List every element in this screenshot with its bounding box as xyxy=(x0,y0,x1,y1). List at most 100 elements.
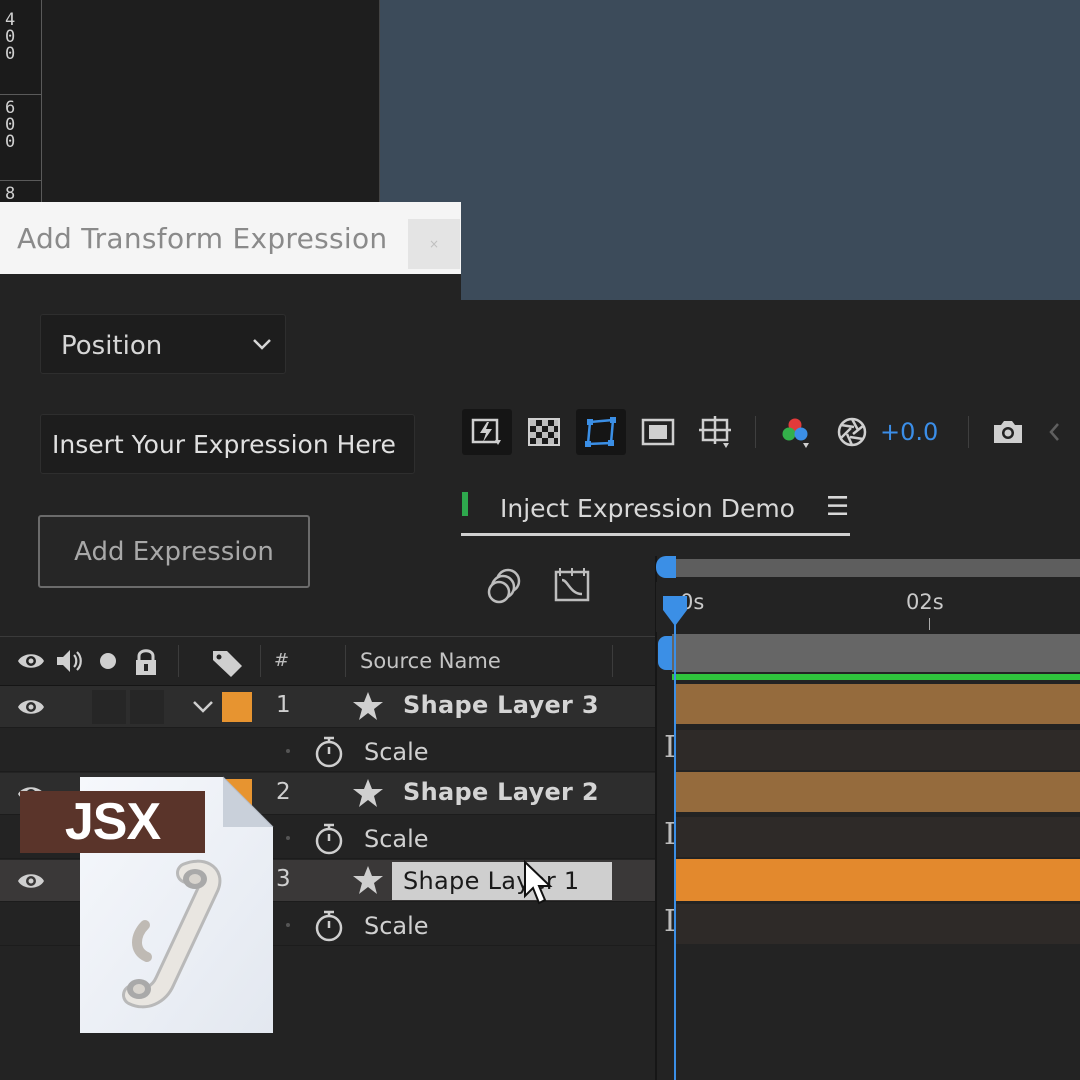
timeline-switches xyxy=(484,566,620,606)
time-navigator-bar[interactable] xyxy=(674,559,1080,577)
stopwatch-icon[interactable] xyxy=(313,909,345,943)
property-track xyxy=(676,904,1080,944)
layer-label-color[interactable] xyxy=(222,692,252,722)
ruler-tick xyxy=(0,180,42,181)
transparency-grid-icon xyxy=(528,418,560,446)
property-dropdown[interactable]: Position xyxy=(40,314,286,374)
property-track xyxy=(676,817,1080,857)
mask-path-visibility-button[interactable] xyxy=(576,409,626,455)
layer-duration-bar-selected[interactable] xyxy=(676,859,1080,901)
tab-inject-expression-demo[interactable]: Inject Expression Demo ☰ xyxy=(460,484,850,536)
time-navigator[interactable] xyxy=(656,556,1080,580)
chevron-down-icon xyxy=(253,339,271,350)
channel-button[interactable] xyxy=(770,409,820,455)
property-name: Scale xyxy=(364,912,429,940)
solo-icon[interactable] xyxy=(96,647,120,675)
layer-duration-bar[interactable] xyxy=(676,772,1080,812)
channel-icon xyxy=(782,418,809,448)
active-tab-underline xyxy=(460,533,850,536)
shape-star-icon xyxy=(353,692,383,720)
toolbar-separator xyxy=(968,416,970,448)
header-separator xyxy=(345,645,346,677)
ruler-mark: 8 xyxy=(5,184,16,204)
layer-number: 1 xyxy=(276,692,291,718)
property-name: Scale xyxy=(364,738,429,766)
eye-icon[interactable] xyxy=(16,695,46,719)
time-ruler[interactable]: 02s xyxy=(656,582,1080,632)
time-tick xyxy=(929,618,930,630)
current-time-indicator-head[interactable] xyxy=(660,594,690,628)
fast-preview-button[interactable] xyxy=(462,409,512,455)
stopwatch-icon[interactable] xyxy=(313,822,345,856)
work-area-start-handle[interactable] xyxy=(658,636,672,670)
grid-guide-icon xyxy=(699,416,731,448)
expression-input[interactable] xyxy=(40,414,415,474)
lock-icon[interactable] xyxy=(132,647,160,677)
property-dropdown-value: Position xyxy=(61,331,163,361)
property-indent-dot xyxy=(286,836,290,840)
property-track xyxy=(676,730,1080,770)
graph-editor-icon[interactable] xyxy=(552,566,592,606)
exposure-value[interactable]: +0.0 xyxy=(880,418,938,446)
layer-number: 3 xyxy=(276,866,291,892)
region-of-interest-button[interactable] xyxy=(633,409,683,455)
comp-label-color xyxy=(462,492,468,516)
property-row[interactable]: Scale xyxy=(0,730,655,772)
exposure-button[interactable] xyxy=(827,409,877,455)
header-separator xyxy=(260,645,261,677)
snapshot-button[interactable] xyxy=(983,409,1033,455)
current-time-indicator-line[interactable] xyxy=(674,614,676,1080)
solo-switch[interactable] xyxy=(92,690,126,724)
panel-menu-icon[interactable]: ☰ xyxy=(826,492,849,522)
composition-canvas[interactable] xyxy=(380,0,1080,300)
fast-preview-icon xyxy=(471,418,501,445)
draft-3d-icon[interactable] xyxy=(484,566,524,606)
composition-viewer-pasteboard xyxy=(42,0,380,210)
property-indent-dot xyxy=(286,749,290,753)
shape-star-icon xyxy=(353,779,383,807)
jsx-badge-label: JSX xyxy=(64,793,161,851)
layer-name[interactable]: Shape Layer 3 xyxy=(403,691,599,719)
dialog-title: Add Transform Expression xyxy=(17,222,388,255)
dialog-titlebar[interactable]: Add Transform Expression × xyxy=(0,202,461,274)
add-expression-button[interactable]: Add Expression xyxy=(38,515,310,588)
close-button[interactable]: × xyxy=(408,219,460,269)
layer-number: 2 xyxy=(276,779,291,805)
jsx-file-icon: JSX xyxy=(20,775,275,1035)
mouse-pointer-icon xyxy=(524,860,553,905)
ruler-mark: 400 xyxy=(5,10,16,64)
snapshot-icon xyxy=(994,421,1023,443)
work-area-range[interactable] xyxy=(672,634,1080,672)
toolbar-separator xyxy=(755,416,756,448)
time-navigator-start-handle[interactable] xyxy=(656,556,676,578)
viewer-toolbar: +0.0 xyxy=(462,400,1080,464)
exposure-icon xyxy=(837,417,867,447)
tab-label: Inject Expression Demo xyxy=(500,494,795,523)
mask-path-visibility-icon xyxy=(585,417,616,447)
audio-icon[interactable] xyxy=(54,647,84,675)
shape-star-icon xyxy=(353,866,383,894)
header-source-name[interactable]: Source Name xyxy=(360,649,501,673)
chevron-left-icon xyxy=(1049,423,1060,441)
video-visibility-icon[interactable] xyxy=(16,647,46,675)
grid-guide-button[interactable] xyxy=(690,409,740,455)
layer-name[interactable]: Shape Layer 2 xyxy=(403,778,599,806)
chevron-down-icon[interactable] xyxy=(192,698,214,716)
layer-list-header: # Source Name xyxy=(0,636,655,686)
header-layer-number: # xyxy=(274,650,290,671)
layer-name-edit-field[interactable]: Shape Layer 1 xyxy=(392,862,612,900)
stopwatch-icon[interactable] xyxy=(313,735,345,769)
header-separator xyxy=(612,645,613,677)
work-area-bar[interactable] xyxy=(656,634,1080,674)
property-name: Scale xyxy=(364,825,429,853)
layer-duration-bar[interactable] xyxy=(676,684,1080,724)
work-area-render-bar xyxy=(672,674,1080,680)
ruler-tick xyxy=(0,94,42,95)
header-separator xyxy=(178,645,179,677)
ruler-mark: 600 xyxy=(5,98,16,152)
label-tag-icon[interactable] xyxy=(210,647,246,679)
transparency-grid-button[interactable] xyxy=(519,409,569,455)
layer-row[interactable]: 1 Shape Layer 3 xyxy=(0,686,655,728)
region-of-interest-icon xyxy=(641,418,675,446)
lock-switch[interactable] xyxy=(130,690,164,724)
